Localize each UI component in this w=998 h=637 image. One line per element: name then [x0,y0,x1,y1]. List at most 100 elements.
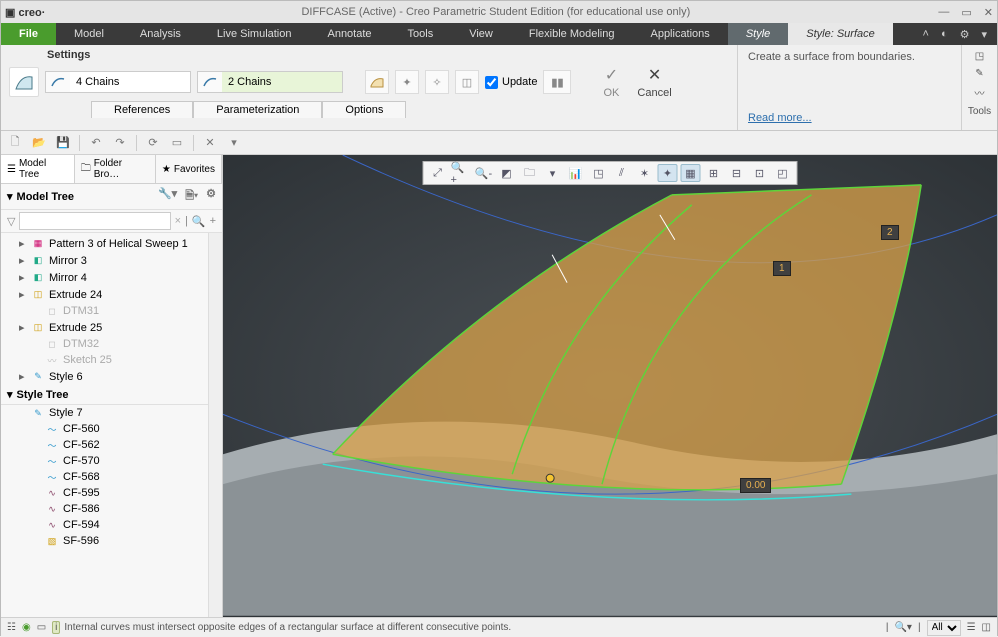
scrollbar[interactable] [208,233,222,617]
read-more-link[interactable]: Read more... [748,112,951,124]
view-manager-icon[interactable]: 📊 [566,164,586,182]
selection-filter-dropdown[interactable]: All [927,620,961,636]
menu-file[interactable]: File [1,23,56,45]
surf-option-2-button[interactable]: ✦ [395,70,419,94]
tree-item[interactable]: 〜CF-568 [1,469,208,485]
clear-filter-icon[interactable]: × [175,215,181,227]
tree-item[interactable]: ▧SF-596 [1,533,208,549]
snap-icon[interactable]: ◫ [982,622,991,633]
nohidden-icon[interactable]: ⊟ [727,164,747,182]
update-checkbox[interactable]: Update [485,76,537,89]
repaint-icon[interactable]: ◩ [497,164,517,182]
tree-item[interactable]: ◻DTM32 [1,336,208,352]
tree-item[interactable]: ▸◫Extrude 24 [1,286,208,303]
tool-icon-2[interactable]: ✎ [975,68,983,79]
menu-model[interactable]: Model [56,23,122,45]
minimize-icon[interactable]: — [938,6,949,19]
tree-settings-icon[interactable]: ⚙ [206,187,216,206]
tree-item[interactable]: ▸◧Mirror 4 [1,269,208,286]
tree-item[interactable]: ∿CF-586 [1,501,208,517]
redo-icon[interactable]: ↷ [112,135,128,151]
tree-item[interactable]: 〜CF-562 [1,437,208,453]
wireframe-icon[interactable]: ▦ [681,164,701,182]
save-icon[interactable]: 💾 [55,135,71,151]
surface-type-icon[interactable] [9,67,39,97]
tree-item[interactable]: 〜CF-560 [1,421,208,437]
tab-parameterization[interactable]: Parameterization [193,101,322,118]
search-icon[interactable]: 🔍 [192,215,206,228]
close-icon[interactable]: ✕ [984,6,993,19]
status-icon-2[interactable]: ◉ [22,622,31,633]
help-icon-dropdown[interactable]: ▾ [981,28,987,41]
menu-annotate[interactable]: Annotate [309,23,389,45]
hidden-icon[interactable]: ⊞ [704,164,724,182]
filter-icon[interactable]: ▽ [7,215,15,228]
geometry-filter-icon[interactable]: ☰ [967,622,976,633]
zoom-in-icon[interactable]: 🔍+ [451,164,471,182]
datum-display-icon[interactable]: ⫽ [612,164,632,182]
regen-icon[interactable]: ⟳ [145,135,161,151]
tab-model-tree[interactable]: ☰Model Tree [1,155,75,183]
render-icon[interactable]: ◰ [773,164,793,182]
perspective-icon[interactable]: ◳ [589,164,609,182]
secondary-chain-field[interactable] [197,71,343,93]
cancel-button[interactable]: ✕Cancel [637,65,671,99]
undo-icon[interactable]: ↶ [88,135,104,151]
appearance-icon[interactable]: ◐ [941,28,948,40]
tree-item[interactable]: ▸✎Style 6 [1,368,208,385]
annot-display-icon[interactable]: ✶ [635,164,655,182]
open-icon[interactable]: 📂 [31,135,47,151]
tree-item[interactable]: 〰Sketch 25 [1,352,208,368]
surf-option-4-button[interactable]: ◫ [455,70,479,94]
chain-tag-2[interactable]: 2 [881,225,899,240]
pause-button[interactable]: ▮▮ [543,70,571,94]
saved-view-icon[interactable]: ▾ [543,164,563,182]
tab-references[interactable]: References [91,101,193,118]
ok-button[interactable]: ✓OK [603,65,619,99]
zoom-out-icon[interactable]: 🔍- [474,164,494,182]
windows-icon[interactable]: ▭ [169,135,185,151]
refit-icon[interactable]: ⤢ [428,164,448,182]
tree-item[interactable]: ◻DTM31 [1,303,208,319]
menu-analysis[interactable]: Analysis [122,23,199,45]
more-icon[interactable]: ▾ [226,135,242,151]
menu-style-surface[interactable]: Style: Surface [788,23,892,45]
style-tree-header[interactable]: ▾Style Tree [1,385,208,405]
gear-icon[interactable]: ⚙ [960,28,970,41]
tree-item[interactable]: ▸▦Pattern 3 of Helical Sweep 1 [1,235,208,252]
tree-item[interactable]: 〜CF-570 [1,453,208,469]
spin-center-icon[interactable]: ✦ [658,164,678,182]
tab-favorites[interactable]: ★Favorites [156,155,222,183]
surf-option-3-button[interactable]: ✧ [425,70,449,94]
new-icon[interactable]: 🗋 [7,135,23,151]
maximize-icon[interactable]: ▭ [961,6,971,19]
primary-chain-field[interactable] [45,71,191,93]
tool-icon-3[interactable]: 〰 [975,85,985,100]
tree-item[interactable]: ▸◧Mirror 3 [1,252,208,269]
tree-item[interactable]: ∿CF-594 [1,517,208,533]
tool-icon-1[interactable]: ◳ [975,51,984,62]
close-win-icon[interactable]: ✕ [202,135,218,151]
menu-live-simulation[interactable]: Live Simulation [199,23,310,45]
menu-applications[interactable]: Applications [632,23,727,45]
tree-tool-icon[interactable]: 🔧▾ [158,187,177,206]
shading-icon[interactable]: ⊡ [750,164,770,182]
surf-option-1-button[interactable] [365,70,389,94]
tab-folder-browser[interactable]: 🗀Folder Bro… [75,155,156,183]
primary-chain-input[interactable] [70,72,190,92]
menu-flexible-modeling[interactable]: Flexible Modeling [511,23,633,45]
find-icon[interactable]: 🔍▾ [894,622,911,633]
menu-view[interactable]: View [451,23,511,45]
tree-item[interactable]: ▸◫Extrude 25 [1,319,208,336]
add-icon[interactable]: + [210,215,216,227]
collapse-ribbon-icon[interactable]: ˄ [923,28,929,40]
status-icon-3[interactable]: ▭ [37,622,46,633]
value-badge[interactable]: 0.00 [740,478,771,493]
tree-item[interactable]: ∿CF-595 [1,485,208,501]
menu-style[interactable]: Style [728,23,788,45]
graphics-viewport[interactable]: ⤢ 🔍+ 🔍- ◩ 🗀 ▾ 📊 ◳ ⫽ ✶ ✦ ▦ ⊞ ⊟ ⊡ ◰ [223,155,997,617]
menu-tools[interactable]: Tools [390,23,452,45]
chain-tag-1[interactable]: 1 [773,261,791,276]
status-icon-1[interactable]: ☷ [7,622,16,633]
tree-item[interactable]: ✎Style 7 [1,405,208,421]
